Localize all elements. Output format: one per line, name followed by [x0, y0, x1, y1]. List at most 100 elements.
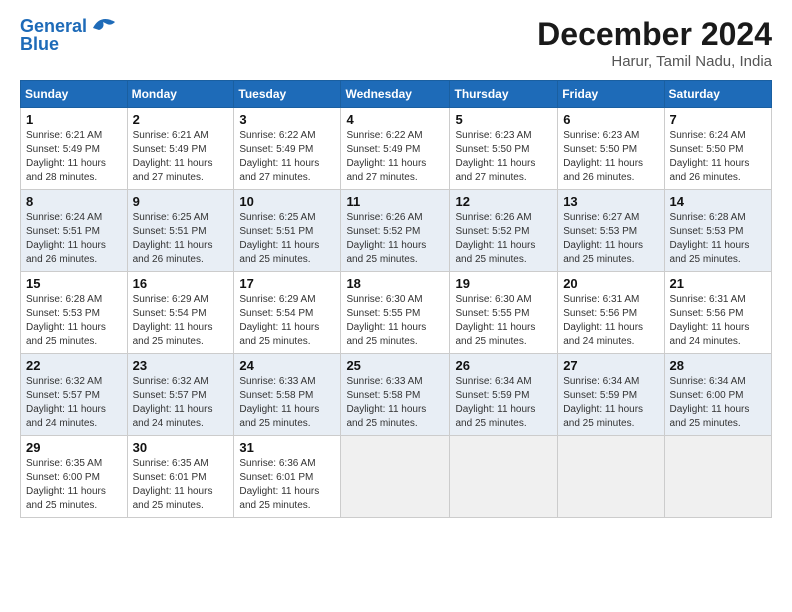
day-number: 20: [563, 276, 658, 291]
day-number: 25: [346, 358, 444, 373]
header: General Blue December 2024 Harur, Tamil …: [20, 16, 772, 70]
day-number: 2: [133, 112, 229, 127]
table-row: 9 Sunrise: 6:25 AMSunset: 5:51 PMDaylight…: [127, 190, 234, 272]
table-row: 13Sunrise: 6:27 AMSunset: 5:53 PMDayligh…: [558, 190, 664, 272]
col-wednesday: Wednesday: [341, 81, 450, 108]
day-info: Sunrise: 6:25 AMSunset: 5:51 PMDaylight:…: [133, 212, 213, 265]
table-row: 4 Sunrise: 6:22 AMSunset: 5:49 PMDaylight…: [341, 108, 450, 190]
day-info: Sunrise: 6:32 AMSunset: 5:57 PMDaylight:…: [26, 376, 106, 429]
day-number: 6: [563, 112, 658, 127]
calendar-week-row: 29 Sunrise: 6:35 AMSunset: 6:00 PMDayligh…: [21, 436, 772, 518]
day-info: Sunrise: 6:26 AMSunset: 5:52 PMDaylight:…: [346, 212, 426, 265]
calendar-week-row: 22 Sunrise: 6:32 AMSunset: 5:57 PMDayligh…: [21, 354, 772, 436]
day-number: 8: [26, 194, 122, 209]
day-number: 14: [670, 194, 766, 209]
day-number: 1: [26, 112, 122, 127]
day-info: Sunrise: 6:35 AMSunset: 6:00 PMDaylight:…: [26, 458, 106, 511]
day-number: 31: [239, 440, 335, 455]
day-info: Sunrise: 6:21 AMSunset: 5:49 PMDaylight:…: [133, 130, 213, 183]
day-number: 22: [26, 358, 122, 373]
day-info: Sunrise: 6:34 AMSunset: 5:59 PMDaylight:…: [563, 376, 643, 429]
day-info: Sunrise: 6:34 AMSunset: 5:59 PMDaylight:…: [455, 376, 535, 429]
day-info: Sunrise: 6:29 AMSunset: 5:54 PMDaylight:…: [239, 294, 319, 347]
day-number: 27: [563, 358, 658, 373]
day-info: Sunrise: 6:34 AMSunset: 6:00 PMDaylight:…: [670, 376, 750, 429]
table-row: 23 Sunrise: 6:32 AMSunset: 5:57 PMDayligh…: [127, 354, 234, 436]
col-tuesday: Tuesday: [234, 81, 341, 108]
day-info: Sunrise: 6:33 AMSunset: 5:58 PMDaylight:…: [239, 376, 319, 429]
day-info: Sunrise: 6:24 AMSunset: 5:51 PMDaylight:…: [26, 212, 106, 265]
table-row: 26Sunrise: 6:34 AMSunset: 5:59 PMDayligh…: [450, 354, 558, 436]
day-info: Sunrise: 6:21 AMSunset: 5:49 PMDaylight:…: [26, 130, 106, 183]
table-row: 20Sunrise: 6:31 AMSunset: 5:56 PMDayligh…: [558, 272, 664, 354]
day-number: 15: [26, 276, 122, 291]
day-number: 11: [346, 194, 444, 209]
table-row: [341, 436, 450, 518]
table-row: 30 Sunrise: 6:35 AMSunset: 6:01 PMDayligh…: [127, 436, 234, 518]
day-number: 23: [133, 358, 229, 373]
table-row: 1 Sunrise: 6:21 AMSunset: 5:49 PMDaylight…: [21, 108, 128, 190]
month-title: December 2024: [537, 16, 772, 53]
logo-bird-icon: [89, 14, 117, 36]
table-row: 22 Sunrise: 6:32 AMSunset: 5:57 PMDayligh…: [21, 354, 128, 436]
calendar-table: Sunday Monday Tuesday Wednesday Thursday…: [20, 80, 772, 518]
day-info: Sunrise: 6:28 AMSunset: 5:53 PMDaylight:…: [26, 294, 106, 347]
day-number: 24: [239, 358, 335, 373]
day-number: 30: [133, 440, 229, 455]
day-info: Sunrise: 6:23 AMSunset: 5:50 PMDaylight:…: [455, 130, 535, 183]
table-row: 29 Sunrise: 6:35 AMSunset: 6:00 PMDayligh…: [21, 436, 128, 518]
table-row: 28 Sunrise: 6:34 AMSunset: 6:00 PMDayligh…: [664, 354, 771, 436]
day-number: 29: [26, 440, 122, 455]
day-info: Sunrise: 6:26 AMSunset: 5:52 PMDaylight:…: [455, 212, 535, 265]
day-info: Sunrise: 6:28 AMSunset: 5:53 PMDaylight:…: [670, 212, 750, 265]
col-monday: Monday: [127, 81, 234, 108]
table-row: 31Sunrise: 6:36 AMSunset: 6:01 PMDayligh…: [234, 436, 341, 518]
table-row: 17 Sunrise: 6:29 AMSunset: 5:54 PMDayligh…: [234, 272, 341, 354]
day-number: 5: [455, 112, 552, 127]
table-row: 11 Sunrise: 6:26 AMSunset: 5:52 PMDayligh…: [341, 190, 450, 272]
day-number: 12: [455, 194, 552, 209]
table-row: 27 Sunrise: 6:34 AMSunset: 5:59 PMDayligh…: [558, 354, 664, 436]
day-info: Sunrise: 6:35 AMSunset: 6:01 PMDaylight:…: [133, 458, 213, 511]
location-subtitle: Harur, Tamil Nadu, India: [537, 53, 772, 70]
day-info: Sunrise: 6:29 AMSunset: 5:54 PMDaylight:…: [133, 294, 213, 347]
calendar-header-row: Sunday Monday Tuesday Wednesday Thursday…: [21, 81, 772, 108]
day-number: 18: [346, 276, 444, 291]
day-info: Sunrise: 6:23 AMSunset: 5:50 PMDaylight:…: [563, 130, 643, 183]
day-number: 7: [670, 112, 766, 127]
col-friday: Friday: [558, 81, 664, 108]
day-info: Sunrise: 6:30 AMSunset: 5:55 PMDaylight:…: [455, 294, 535, 347]
day-number: 17: [239, 276, 335, 291]
day-info: Sunrise: 6:33 AMSunset: 5:58 PMDaylight:…: [346, 376, 426, 429]
table-row: 8 Sunrise: 6:24 AMSunset: 5:51 PMDaylight…: [21, 190, 128, 272]
table-row: 3Sunrise: 6:22 AMSunset: 5:49 PMDaylight…: [234, 108, 341, 190]
col-thursday: Thursday: [450, 81, 558, 108]
day-number: 28: [670, 358, 766, 373]
day-number: 4: [346, 112, 444, 127]
table-row: [664, 436, 771, 518]
table-row: 6 Sunrise: 6:23 AMSunset: 5:50 PMDaylight…: [558, 108, 664, 190]
table-row: 18Sunrise: 6:30 AMSunset: 5:55 PMDayligh…: [341, 272, 450, 354]
calendar-week-row: 8 Sunrise: 6:24 AMSunset: 5:51 PMDaylight…: [21, 190, 772, 272]
logo: General Blue: [20, 16, 117, 55]
day-number: 3: [239, 112, 335, 127]
day-number: 9: [133, 194, 229, 209]
col-sunday: Sunday: [21, 81, 128, 108]
day-number: 16: [133, 276, 229, 291]
day-info: Sunrise: 6:22 AMSunset: 5:49 PMDaylight:…: [346, 130, 426, 183]
page: General Blue December 2024 Harur, Tamil …: [0, 0, 792, 612]
day-info: Sunrise: 6:32 AMSunset: 5:57 PMDaylight:…: [133, 376, 213, 429]
table-row: 24 Sunrise: 6:33 AMSunset: 5:58 PMDayligh…: [234, 354, 341, 436]
day-number: 10: [239, 194, 335, 209]
table-row: 21Sunrise: 6:31 AMSunset: 5:56 PMDayligh…: [664, 272, 771, 354]
day-number: 21: [670, 276, 766, 291]
calendar-week-row: 15 Sunrise: 6:28 AMSunset: 5:53 PMDayligh…: [21, 272, 772, 354]
day-info: Sunrise: 6:24 AMSunset: 5:50 PMDaylight:…: [670, 130, 750, 183]
table-row: 12 Sunrise: 6:26 AMSunset: 5:52 PMDayligh…: [450, 190, 558, 272]
day-info: Sunrise: 6:25 AMSunset: 5:51 PMDaylight:…: [239, 212, 319, 265]
table-row: 10 Sunrise: 6:25 AMSunset: 5:51 PMDayligh…: [234, 190, 341, 272]
col-saturday: Saturday: [664, 81, 771, 108]
day-number: 19: [455, 276, 552, 291]
table-row: [450, 436, 558, 518]
table-row: 5 Sunrise: 6:23 AMSunset: 5:50 PMDaylight…: [450, 108, 558, 190]
